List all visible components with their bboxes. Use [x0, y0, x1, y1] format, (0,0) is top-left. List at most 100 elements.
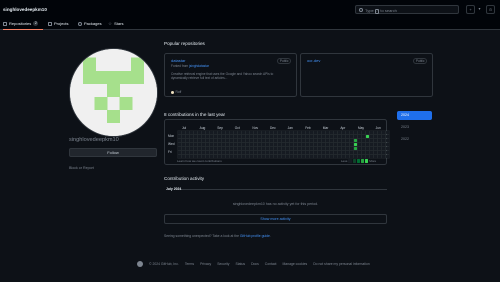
- contribution-cell[interactable]: [264, 133, 271, 139]
- contribution-cell[interactable]: [200, 141, 207, 147]
- contribution-cell[interactable]: [256, 129, 263, 135]
- follow-button[interactable]: Follow: [69, 148, 157, 157]
- contribution-cell[interactable]: [352, 133, 359, 139]
- contribution-cell[interactable]: [236, 141, 243, 147]
- contribution-cell[interactable]: [208, 129, 215, 135]
- contribution-cell[interactable]: [272, 137, 279, 143]
- contribution-cell[interactable]: [176, 153, 183, 159]
- contribution-cell[interactable]: [232, 141, 239, 147]
- contribution-cell[interactable]: [312, 133, 319, 139]
- contribution-cell[interactable]: [256, 141, 263, 147]
- contribution-cell[interactable]: [260, 133, 267, 139]
- contribution-cell[interactable]: [376, 137, 383, 143]
- contribution-cell[interactable]: [384, 129, 391, 135]
- contribution-cell[interactable]: [344, 149, 351, 155]
- contribution-cell[interactable]: [216, 153, 223, 159]
- contribution-cell[interactable]: [180, 133, 187, 139]
- contribution-cell[interactable]: [220, 149, 227, 155]
- contribution-cell[interactable]: [364, 137, 371, 143]
- contribution-cell[interactable]: [196, 129, 203, 135]
- contribution-cell[interactable]: [208, 137, 215, 143]
- contribution-cell[interactable]: [348, 137, 355, 143]
- contribution-cell[interactable]: [188, 137, 195, 143]
- contribution-cell[interactable]: [208, 145, 215, 151]
- forked-from-link[interactable]: jsinghdatastar: [189, 64, 209, 68]
- footer-link-do-not-share[interactable]: Do not share my personal information: [313, 262, 370, 266]
- contribution-cell[interactable]: [296, 141, 303, 147]
- contribution-cell[interactable]: [204, 137, 211, 143]
- contribution-cell[interactable]: [240, 149, 247, 155]
- contribution-cell[interactable]: [216, 137, 223, 143]
- contribution-cell[interactable]: [192, 141, 199, 147]
- contribution-cell[interactable]: [360, 133, 367, 139]
- contribution-cell[interactable]: [316, 133, 323, 139]
- contribution-cell[interactable]: [176, 149, 183, 155]
- contribution-cell[interactable]: [376, 129, 383, 135]
- contribution-cell[interactable]: [216, 145, 223, 151]
- contribution-cell[interactable]: [380, 153, 387, 159]
- contribution-cell[interactable]: [188, 149, 195, 155]
- contribution-cell[interactable]: [364, 129, 371, 135]
- contribution-cell[interactable]: [332, 149, 339, 155]
- year-2024-button[interactable]: 2024: [397, 111, 432, 120]
- contribution-cell[interactable]: [372, 133, 379, 139]
- contribution-cell[interactable]: [244, 129, 251, 135]
- contribution-cell[interactable]: [344, 141, 351, 147]
- contribution-cell[interactable]: [280, 137, 287, 143]
- contribution-cell[interactable]: [184, 149, 191, 155]
- contribution-cell[interactable]: [224, 153, 231, 159]
- contribution-cell[interactable]: [300, 129, 307, 135]
- contribution-cell[interactable]: [264, 137, 271, 143]
- contribution-cell[interactable]: [228, 137, 235, 143]
- contribution-cell[interactable]: [212, 145, 219, 151]
- contribution-cell[interactable]: [384, 145, 391, 151]
- contribution-cell[interactable]: [364, 141, 371, 147]
- contribution-cell[interactable]: [284, 153, 291, 159]
- create-new-button[interactable]: +: [466, 5, 475, 14]
- contribution-cell[interactable]: [308, 153, 315, 159]
- contribution-cell[interactable]: [328, 153, 335, 159]
- contribution-cell[interactable]: [196, 133, 203, 139]
- contribution-cell[interactable]: [372, 129, 379, 135]
- header-username[interactable]: singhlovedeepkm10: [3, 7, 47, 12]
- contribution-cell[interactable]: [304, 129, 311, 135]
- repo-link[interactable]: ocr-dev: [307, 58, 320, 63]
- contribution-cell[interactable]: [384, 149, 391, 155]
- contribution-cell[interactable]: [300, 145, 307, 151]
- contribution-cell[interactable]: [192, 153, 199, 159]
- contribution-cell[interactable]: [344, 145, 351, 151]
- contribution-cell[interactable]: [244, 149, 251, 155]
- contribution-cell[interactable]: [176, 133, 183, 139]
- contribution-cell[interactable]: [328, 145, 335, 151]
- contribution-cell[interactable]: [248, 133, 255, 139]
- profile-guide-link[interactable]: GitHub profile guide: [240, 234, 270, 238]
- contribution-cell[interactable]: [236, 129, 243, 135]
- contribution-cell[interactable]: [232, 137, 239, 143]
- contribution-cell[interactable]: [380, 141, 387, 147]
- contribution-cell[interactable]: [252, 133, 259, 139]
- contribution-cell[interactable]: [368, 133, 375, 139]
- contribution-cell[interactable]: [212, 149, 219, 155]
- contribution-cell[interactable]: [340, 141, 347, 147]
- contribution-cell[interactable]: [180, 141, 187, 147]
- contribution-cell[interactable]: [380, 129, 387, 135]
- contribution-cell[interactable]: [184, 153, 191, 159]
- contribution-cell[interactable]: [236, 145, 243, 151]
- tab-projects[interactable]: Projects: [48, 19, 68, 28]
- contribution-cell[interactable]: [316, 153, 323, 159]
- contribution-cell[interactable]: [352, 149, 359, 155]
- contribution-cell[interactable]: [264, 149, 271, 155]
- contribution-cell[interactable]: [384, 137, 391, 143]
- contribution-cell[interactable]: [256, 133, 263, 139]
- contribution-cell[interactable]: [284, 141, 291, 147]
- contribution-cell[interactable]: [180, 149, 187, 155]
- contribution-cell[interactable]: [188, 129, 195, 135]
- contribution-cell[interactable]: [372, 145, 379, 151]
- contribution-cell[interactable]: [276, 133, 283, 139]
- contribution-cell[interactable]: [184, 137, 191, 143]
- contribution-cell[interactable]: [348, 133, 355, 139]
- footer-link-status[interactable]: Status: [235, 262, 245, 266]
- contribution-cell[interactable]: [240, 133, 247, 139]
- contribution-cell[interactable]: [288, 129, 295, 135]
- contribution-cell[interactable]: [220, 153, 227, 159]
